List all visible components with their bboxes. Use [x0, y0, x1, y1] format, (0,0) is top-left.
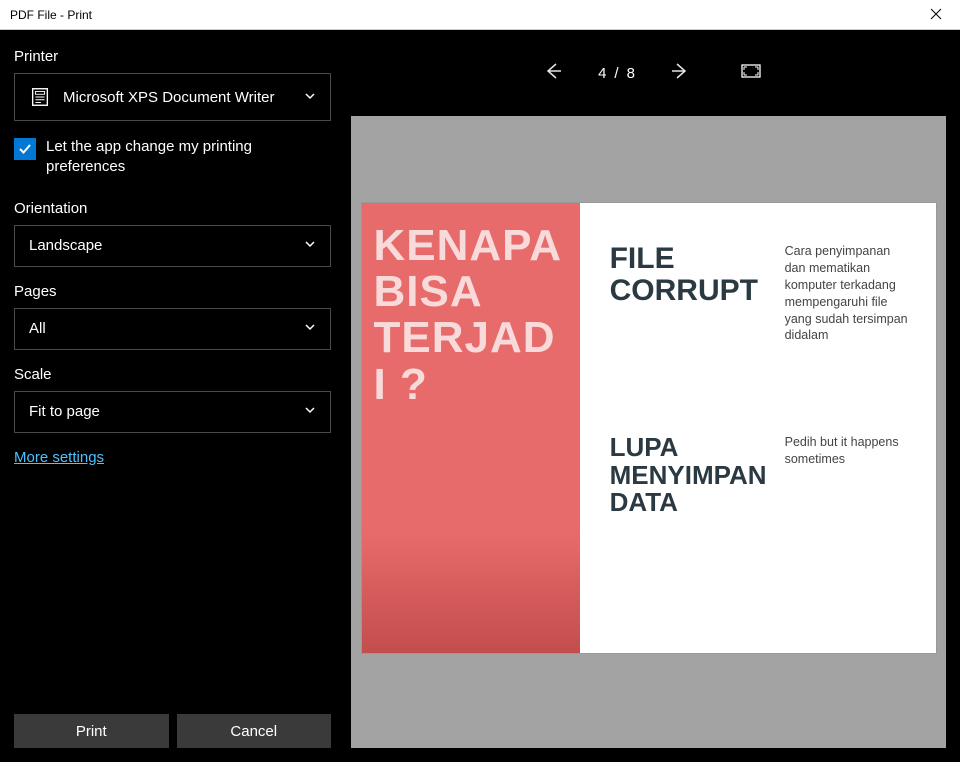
doc-block2-desc: Pedih but it happens sometimes: [785, 434, 910, 516]
preview-area: 4 / 8 KENAPA BISA TERJADI ? FILE CORRU: [345, 30, 960, 762]
check-icon: [18, 142, 32, 156]
doc-block1-desc: Cara penyimpanan dan mematikan komputer …: [785, 243, 910, 344]
printer-label: Printer: [14, 48, 331, 65]
pages-selected: All: [29, 320, 46, 337]
main-area: Printer Microsoft XPS Document Writer Le…: [0, 30, 960, 762]
page-indicator: 4 / 8: [598, 65, 635, 82]
settings-sidebar: Printer Microsoft XPS Document Writer Le…: [0, 30, 345, 762]
total-pages: 8: [627, 65, 635, 82]
orientation-selected: Landscape: [29, 237, 102, 254]
close-icon: [930, 8, 942, 20]
scale-selected: Fit to page: [29, 403, 100, 420]
chevron-down-icon: [304, 237, 316, 254]
printer-icon: [29, 86, 51, 108]
doc-left-heading: KENAPA BISA TERJADI ?: [374, 223, 568, 408]
pages-dropdown[interactable]: All: [14, 308, 331, 350]
fullscreen-button[interactable]: [735, 58, 767, 89]
doc-right-panel: FILE CORRUPT Cara penyimpanan dan memati…: [580, 203, 936, 653]
doc-left-bg: [362, 533, 580, 653]
more-settings-link[interactable]: More settings: [14, 449, 331, 466]
cancel-button[interactable]: Cancel: [177, 714, 332, 748]
doc-block1-title: FILE CORRUPT: [610, 243, 765, 344]
printer-dropdown[interactable]: Microsoft XPS Document Writer: [14, 73, 331, 121]
fullscreen-icon: [741, 64, 761, 78]
scale-dropdown[interactable]: Fit to page: [14, 391, 331, 433]
arrow-right-icon: [671, 62, 689, 80]
pref-checkbox-row[interactable]: Let the app change my printing preferenc…: [14, 137, 331, 178]
current-page: 4: [598, 65, 606, 82]
footer-buttons: Print Cancel: [14, 714, 331, 748]
orientation-label: Orientation: [14, 200, 331, 217]
pref-checkbox[interactable]: [14, 138, 36, 160]
doc-block2-title: LUPA MENYIMPAN DATA: [610, 434, 765, 516]
scale-label: Scale: [14, 366, 331, 383]
orientation-dropdown[interactable]: Landscape: [14, 225, 331, 267]
doc-left-panel: KENAPA BISA TERJADI ?: [362, 203, 580, 653]
doc-block-2: LUPA MENYIMPAN DATA Pedih but it happens…: [610, 434, 910, 516]
close-button[interactable]: [922, 5, 950, 25]
next-page-button[interactable]: [665, 56, 695, 91]
window-title: PDF File - Print: [10, 8, 92, 22]
document-page: KENAPA BISA TERJADI ? FILE CORRUPT Cara …: [361, 202, 937, 654]
preview-toolbar: 4 / 8: [345, 30, 960, 116]
printer-selected: Microsoft XPS Document Writer: [63, 89, 274, 106]
pages-label: Pages: [14, 283, 331, 300]
doc-block-1: FILE CORRUPT Cara penyimpanan dan memati…: [610, 243, 910, 344]
print-button[interactable]: Print: [14, 714, 169, 748]
preview-canvas[interactable]: KENAPA BISA TERJADI ? FILE CORRUPT Cara …: [351, 116, 946, 748]
page-separator: /: [614, 65, 618, 82]
chevron-down-icon: [304, 320, 316, 337]
prev-page-button[interactable]: [538, 56, 568, 91]
chevron-down-icon: [304, 403, 316, 420]
arrow-left-icon: [544, 62, 562, 80]
pref-checkbox-label: Let the app change my printing preferenc…: [46, 137, 331, 178]
titlebar: PDF File - Print: [0, 0, 960, 30]
chevron-down-icon: [304, 89, 316, 106]
